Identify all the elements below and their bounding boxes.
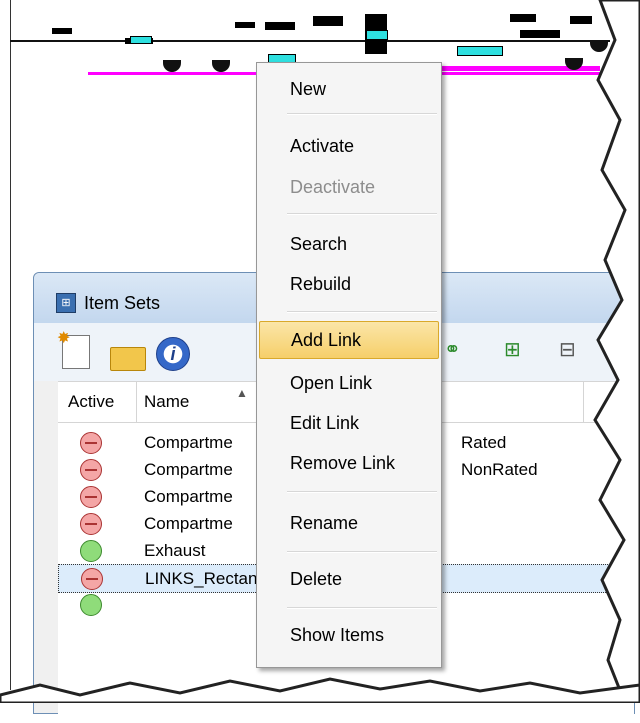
- cad-duct-line: [10, 40, 610, 42]
- menu-item-open-link[interactable]: Open Link: [259, 365, 439, 401]
- row-name: Exhaust: [144, 541, 206, 560]
- menu-separator: [287, 311, 437, 313]
- itemsets-icon: ⊞: [56, 293, 76, 313]
- column-header-active[interactable]: Active: [68, 392, 114, 412]
- menu-item-new[interactable]: New: [259, 71, 439, 107]
- info-icon[interactable]: i: [156, 335, 192, 371]
- row-name-suffix: Rated: [461, 433, 507, 452]
- active-status-icon[interactable]: [80, 594, 102, 616]
- menu-item-rebuild[interactable]: Rebuild: [259, 266, 439, 302]
- row-name: Compartme: [144, 460, 233, 479]
- open-folder-icon[interactable]: [110, 335, 146, 371]
- active-status-icon[interactable]: [80, 540, 102, 562]
- link-toggle-icon[interactable]: ⚭: [444, 337, 461, 362]
- torn-edge-right: [593, 0, 640, 703]
- menu-item-show-items[interactable]: Show Items: [259, 617, 439, 653]
- menu-separator: [287, 551, 437, 553]
- menu-separator: [287, 213, 437, 215]
- menu-item-activate[interactable]: Activate: [259, 128, 439, 164]
- menu-item-rename[interactable]: Rename: [259, 505, 439, 541]
- add-group-icon[interactable]: ⊞: [504, 337, 521, 362]
- menu-item-delete[interactable]: Delete: [259, 561, 439, 597]
- column-header-name[interactable]: Name: [144, 392, 189, 412]
- window-title: Item Sets: [84, 293, 161, 313]
- inactive-status-icon[interactable]: [80, 459, 102, 481]
- menu-item-add-link[interactable]: Add Link: [259, 321, 439, 359]
- menu-separator: [287, 491, 437, 493]
- row-name-suffix: NonRated: [461, 460, 538, 479]
- inactive-status-icon[interactable]: [80, 513, 102, 535]
- sort-ascending-icon: ▲: [236, 386, 248, 400]
- menu-item-deactivate: Deactivate: [290, 177, 376, 197]
- torn-edge-bottom: [0, 677, 640, 703]
- inactive-status-icon[interactable]: [80, 486, 102, 508]
- row-name: Compartme: [144, 487, 233, 506]
- menu-item-search[interactable]: Search: [259, 226, 439, 262]
- inactive-status-icon[interactable]: [81, 568, 103, 590]
- new-set-icon[interactable]: ✸: [57, 330, 90, 369]
- menu-separator: [287, 607, 437, 609]
- menu-item-edit-link[interactable]: Edit Link: [259, 405, 439, 441]
- context-menu: New Activate Deactivate Search Rebuild A…: [256, 62, 442, 668]
- inactive-status-icon[interactable]: [80, 432, 102, 454]
- menu-item-remove-link[interactable]: Remove Link: [259, 445, 439, 481]
- row-name: Compartme: [144, 433, 233, 452]
- remove-group-icon[interactable]: ⊟: [559, 337, 576, 362]
- menu-separator: [287, 113, 437, 115]
- column-divider[interactable]: [136, 382, 137, 422]
- row-name: Compartme: [144, 514, 233, 533]
